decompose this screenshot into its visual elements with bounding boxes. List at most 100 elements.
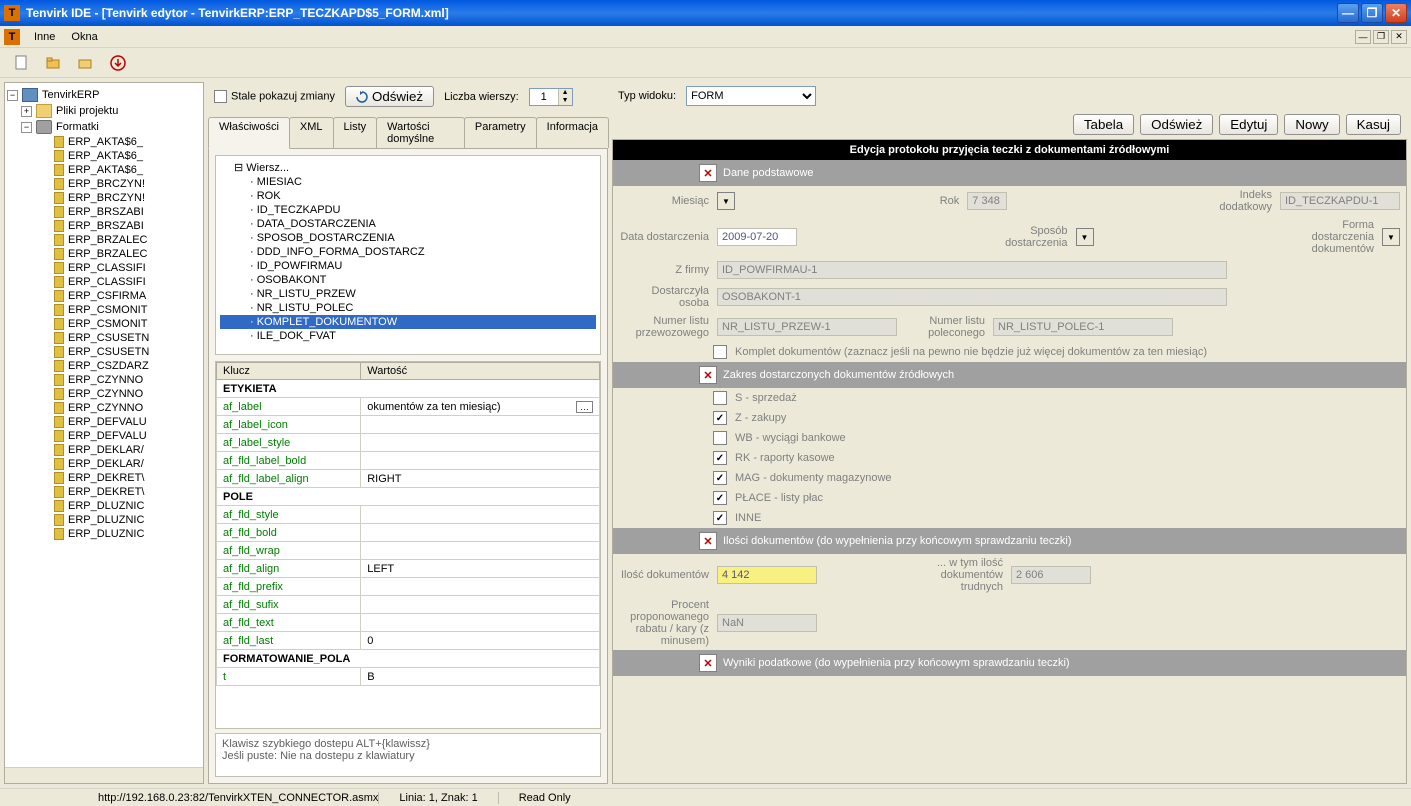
nrpolec-field[interactable]: NR_LISTU_POLEC-1 <box>993 318 1173 336</box>
chk-inne[interactable] <box>713 511 727 525</box>
field-item[interactable]: · ILE_DOK_FVAT <box>220 329 596 343</box>
tree-item[interactable]: ERP_BRZALEC <box>68 248 147 260</box>
ellipsis-button[interactable]: … <box>576 401 593 413</box>
tree-item[interactable]: ERP_DEFVALU <box>68 416 147 428</box>
tab-informacja[interactable]: Informacja <box>536 117 609 148</box>
menu-okna[interactable]: Okna <box>63 29 105 45</box>
field-item[interactable]: · ID_TECZKAPDU <box>220 203 596 217</box>
trudne-field[interactable]: 2 606 <box>1011 566 1091 584</box>
ilosc-field[interactable]: 4 142 <box>717 566 817 584</box>
field-item[interactable]: · NR_LISTU_PRZEW <box>220 287 596 301</box>
odswiez-button[interactable]: Odśwież <box>1140 114 1213 135</box>
tree-item[interactable]: ERP_AKTA$6_ <box>68 164 143 176</box>
prop-value[interactable] <box>361 578 600 596</box>
field-item[interactable]: · DATA_DOSTARCZENIA <box>220 217 596 231</box>
prop-value[interactable]: okumentów za ten miesiąc)… <box>361 398 600 416</box>
field-item[interactable]: · OSOBAKONT <box>220 273 596 287</box>
tree-item[interactable]: ERP_DEKRET\ <box>68 486 144 498</box>
prop-value[interactable] <box>361 524 600 542</box>
tree-root[interactable]: TenvirkERP <box>42 89 99 101</box>
prop-key[interactable]: af_fld_style <box>217 506 361 524</box>
close-button[interactable]: ✕ <box>1385 3 1407 23</box>
expand-icon[interactable]: − <box>7 90 18 101</box>
close-section-icon[interactable]: ✕ <box>699 532 717 550</box>
edytuj-button[interactable]: Edytuj <box>1219 114 1278 135</box>
sposob-dropdown[interactable]: ▼ <box>1076 228 1094 246</box>
tree-folder[interactable]: Formatki <box>56 121 99 133</box>
field-item[interactable]: · SPOSOB_DOSTARCZENIA <box>220 231 596 245</box>
tree-item[interactable]: ERP_CSUSETN <box>68 346 149 358</box>
prop-key[interactable]: af_fld_sufix <box>217 596 361 614</box>
field-item[interactable]: · DDD_INFO_FORMA_DOSTARCZ <box>220 245 596 259</box>
open-icon[interactable] <box>42 51 66 75</box>
tree-item[interactable]: ERP_CSMONIT <box>68 318 147 330</box>
prop-key[interactable]: af_fld_label_align <box>217 470 361 488</box>
tree-item[interactable]: ERP_CZYNNO <box>68 388 143 400</box>
prop-value[interactable] <box>361 596 600 614</box>
forma-dropdown[interactable]: ▼ <box>1382 228 1400 246</box>
prop-key[interactable]: af_fld_align <box>217 560 361 578</box>
tree-item[interactable]: ERP_BRSZABI <box>68 206 144 218</box>
indeks-field[interactable]: ID_TECZKAPDU-1 <box>1280 192 1400 210</box>
rok-field[interactable]: 7 348 <box>967 192 1007 210</box>
tab-wartosci[interactable]: Wartości domyślne <box>376 117 465 148</box>
tree-item[interactable]: ERP_CZYNNO <box>68 374 143 386</box>
dosob-field[interactable]: OSOBAKONT-1 <box>717 288 1227 306</box>
tab-xml[interactable]: XML <box>289 117 334 148</box>
prop-key[interactable]: af_label_icon <box>217 416 361 434</box>
view-type-select[interactable]: FORM <box>686 86 816 106</box>
tree-item[interactable]: ERP_BRSZABI <box>68 220 144 232</box>
kasuj-button[interactable]: Kasuj <box>1346 114 1401 135</box>
close-section-icon[interactable]: ✕ <box>699 654 717 672</box>
procent-field[interactable]: NaN <box>717 614 817 632</box>
prop-key[interactable]: af_fld_wrap <box>217 542 361 560</box>
download-icon[interactable] <box>106 51 130 75</box>
project-tree[interactable]: −TenvirkERP +Pliki projektu −Formatki ER… <box>5 83 203 767</box>
prop-value[interactable]: B <box>361 668 600 686</box>
prop-value[interactable] <box>361 416 600 434</box>
field-item[interactable]: · ROK <box>220 189 596 203</box>
spin-up-icon[interactable]: ▲ <box>558 89 572 97</box>
tree-item[interactable]: ERP_DEKRET\ <box>68 472 144 484</box>
tree-item[interactable]: ERP_CSMONIT <box>68 304 147 316</box>
field-tree[interactable]: ⊟ Wiersz... · MIESIAC· ROK· ID_TECZKAPDU… <box>215 155 601 355</box>
field-item[interactable]: · ID_POWFIRMAU <box>220 259 596 273</box>
nrprzew-field[interactable]: NR_LISTU_PRZEW-1 <box>717 318 897 336</box>
chk-z[interactable] <box>713 411 727 425</box>
prop-key[interactable]: af_label_style <box>217 434 361 452</box>
prop-key[interactable]: af_fld_bold <box>217 524 361 542</box>
chk-place[interactable] <box>713 491 727 505</box>
prop-key[interactable]: af_fld_text <box>217 614 361 632</box>
tree-item[interactable]: ERP_CSUSETN <box>68 332 149 344</box>
prop-value[interactable] <box>361 434 600 452</box>
prop-value[interactable]: 0 <box>361 632 600 650</box>
expand-icon[interactable]: + <box>21 106 32 117</box>
field-item[interactable]: · MIESIAC <box>220 175 596 189</box>
zfirmy-field[interactable]: ID_POWFIRMAU-1 <box>717 261 1227 279</box>
tab-wlasciwosci[interactable]: Właściwości <box>208 117 290 149</box>
prop-value[interactable] <box>361 542 600 560</box>
field-item[interactable]: · KOMPLET_DOKUMENTOW <box>220 315 596 329</box>
komplet-checkbox[interactable] <box>713 345 727 359</box>
prop-value[interactable]: RIGHT <box>361 470 600 488</box>
show-changes-checkbox[interactable]: Stale pokazuj zmiany <box>214 90 335 103</box>
spin-down-icon[interactable]: ▼ <box>558 97 572 105</box>
prop-value[interactable] <box>361 614 600 632</box>
horizontal-scrollbar[interactable] <box>5 767 203 783</box>
property-grid[interactable]: KluczWartość ETYKIETAaf_labelokumentów z… <box>215 361 601 729</box>
tree-item[interactable]: ERP_DLUZNIC <box>68 528 144 540</box>
prop-value[interactable] <box>361 452 600 470</box>
mdi-minimize[interactable]: — <box>1355 30 1371 44</box>
menu-inne[interactable]: Inne <box>26 29 63 45</box>
miesiac-dropdown[interactable]: ▼ <box>717 192 735 210</box>
refresh-button[interactable]: Odśwież <box>345 86 434 107</box>
chk-wb[interactable] <box>713 431 727 445</box>
chk-rk[interactable] <box>713 451 727 465</box>
data-field[interactable]: 2009-07-20 <box>717 228 797 246</box>
tree-item[interactable]: ERP_BRZALEC <box>68 234 147 246</box>
prop-key[interactable]: af_fld_last <box>217 632 361 650</box>
tab-listy[interactable]: Listy <box>333 117 378 148</box>
tree-item[interactable]: ERP_AKTA$6_ <box>68 136 143 148</box>
field-item[interactable]: · NR_LISTU_POLEC <box>220 301 596 315</box>
tree-item[interactable]: ERP_DLUZNIC <box>68 500 144 512</box>
